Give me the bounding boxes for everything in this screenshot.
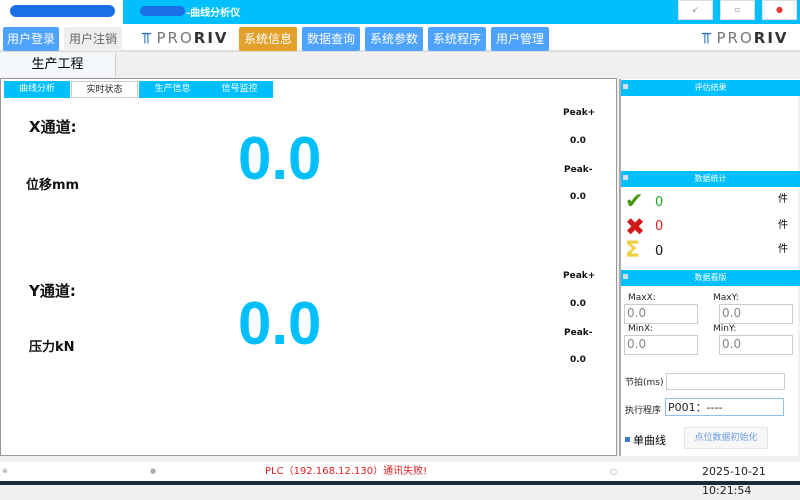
maxy-label: MaxY: [713,293,739,303]
x-unit-label: 位移mm [26,178,80,193]
ok-count: 0 [655,195,664,210]
proriv-logo: ⫪ PRORIV [142,29,229,47]
init-points-button[interactable]: 点位数据初始化 [684,427,768,449]
total-unit: 件 [778,244,788,255]
proriv-logo-right: ⫪ PRORIV [702,29,789,47]
title-left [0,0,123,24]
single-curve-checkbox[interactable] [625,437,630,442]
restore-button[interactable]: ▫ [720,0,755,20]
nav-data-query[interactable]: 数据查询 [302,27,360,51]
cycle-field[interactable] [666,373,785,390]
minimize-button[interactable]: ↙ [678,0,713,20]
nav-bar: 用户登录 用户注销 ⫪ PRORIV 系统信息 数据查询 系统参数 系统程序 用户… [0,24,800,52]
y-peak-plus-label: Peak+ [563,271,596,281]
stats-header: 数据统计 [621,171,800,187]
program-field[interactable]: P001：---- [665,398,784,416]
cross-icon: ✖ [625,213,646,241]
tab-production[interactable]: 生产工程 [0,53,116,77]
taskbar-strip [0,481,800,485]
tab-realtime-status[interactable]: 实时状态 [71,81,138,98]
tab-curve-analysis[interactable]: 曲线分析 [4,81,70,98]
nav-system-program[interactable]: 系统程序 [428,27,486,51]
y-peak-plus: 0.0 [570,299,586,309]
total-count: 0 [655,244,664,259]
x-channel-label: X通道: [29,118,77,136]
x-value: 0.0 [238,125,322,192]
maxy-field[interactable]: 0.0 [719,304,793,324]
tab-signal-monitor[interactable]: 信号监控 [206,81,273,98]
ng-unit: 件 [778,220,788,231]
nav-user-management[interactable]: 用户管理 [491,27,549,51]
app-logo [10,5,115,17]
right-panel: 评估结果 数据统计 ✔ 0 件 ✖ 0 件 Σ 0 件 数据看版 MaxX: 0… [619,79,800,456]
x-peak-minus: 0.0 [570,192,586,202]
ng-count: 0 [655,219,664,234]
cycle-label: 节拍(ms) [625,378,664,388]
sum-icon: Σ [625,238,641,263]
minx-field[interactable]: 0.0 [624,335,698,355]
tab-production-info[interactable]: 生产信息 [139,81,206,98]
x-peak-plus-label: Peak+ [563,108,596,118]
redacted-name [140,6,185,16]
y-value: 0.0 [238,290,322,357]
y-unit-label: 压力kN [29,340,75,355]
nav-system-info[interactable]: 系统信息 [239,27,297,51]
program-label: 执行程序 [625,406,662,416]
board-header: 数据看版 [621,270,800,286]
x-peak-minus-label: Peak- [564,165,593,175]
y-peak-minus-label: Peak- [564,328,593,338]
miny-field[interactable]: 0.0 [719,335,793,355]
realtime-panel: 曲线分析 实时状态 生产信息 信号监控 X通道: 位移mm 0.0 Peak+ … [0,78,617,456]
eval-header: 评估结果 [621,80,800,96]
x-peak-plus: 0.0 [570,136,586,146]
status-icon-2: ● [150,467,157,475]
y-peak-minus: 0.0 [570,355,586,365]
maxx-field[interactable]: 0.0 [624,304,698,324]
close-button[interactable]: ● [762,0,797,20]
ok-unit: 件 [778,194,788,205]
status-bar: ⊗ ● PLC（192.168.12.130）通讯失败! ○ 2025-10-2… [0,462,800,497]
window-title: -曲线分析仪 [186,8,241,19]
check-icon: ✔ [625,189,644,214]
single-curve-label: 单曲线 [633,434,666,447]
minx-label: MinX: [628,324,654,334]
maxx-label: MaxX: [628,293,656,303]
nav-system-params[interactable]: 系统参数 [365,27,423,51]
status-icon-3: ○ [610,467,617,476]
miny-label: MinY: [713,324,737,334]
status-message: PLC（192.168.12.130）通讯失败! [265,466,428,477]
login-button[interactable]: 用户登录 [3,27,59,51]
y-channel-label: Y通道: [29,282,76,300]
status-icon-1: ⊗ [2,467,8,475]
logout-button[interactable]: 用户注销 [64,27,122,51]
